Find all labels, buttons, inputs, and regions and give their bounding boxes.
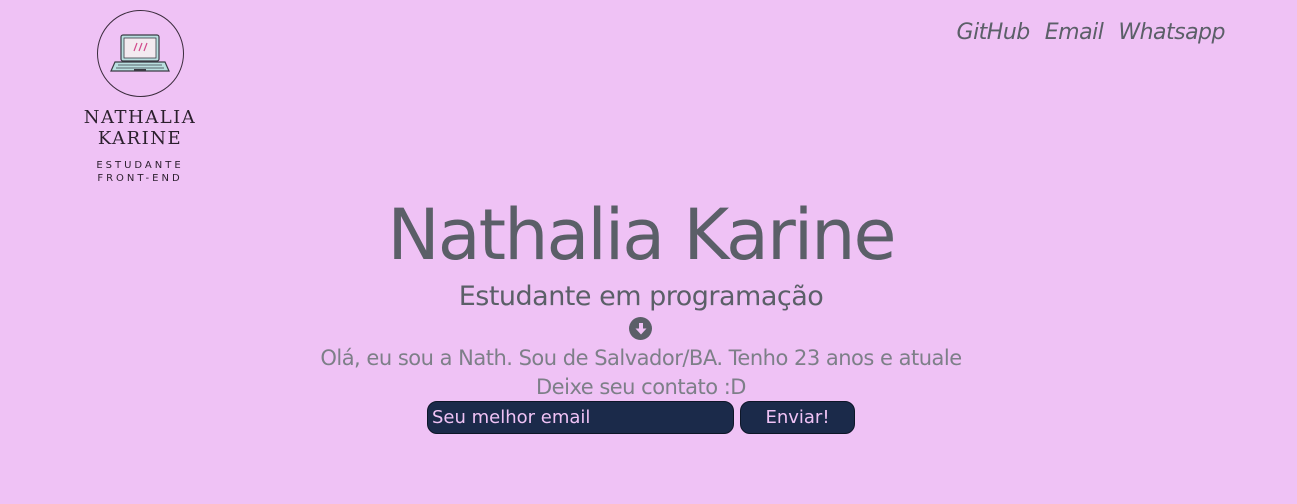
laptop-icon	[110, 33, 170, 72]
nav-link-email[interactable]: Email	[1045, 20, 1104, 45]
hero-title: Nathalia Karine	[387, 194, 896, 276]
logo-badge	[96, 10, 184, 97]
submit-button[interactable]: Enviar!	[740, 401, 855, 434]
hero-subtitle: Estudante em programação	[458, 281, 824, 312]
nav-link-whatsapp[interactable]: Whatsapp	[1118, 20, 1225, 45]
contact-form: Enviar!	[427, 401, 855, 434]
contact-prompt: Deixe seu contato :D	[536, 375, 746, 399]
logo-role-line-1: ESTUDANTE	[96, 160, 184, 171]
arrow-down-glyph	[635, 322, 646, 334]
logo-role-line-2: FRONT-END	[97, 173, 183, 184]
page: NATHALIA KARINE ESTUDANTE FRONT-END GitH…	[0, 0, 1297, 504]
logo-role: ESTUDANTE FRONT-END	[40, 159, 240, 185]
logo-name: NATHALIA KARINE	[83, 107, 197, 149]
top-nav: GitHub Email Whatsapp	[957, 20, 1226, 45]
intro-text: Olá, eu sou a Nath. Sou de Salvador/BA. …	[320, 346, 962, 370]
logo[interactable]: NATHALIA KARINE ESTUDANTE FRONT-END	[40, 8, 240, 185]
email-input[interactable]	[427, 401, 734, 434]
nav-link-github[interactable]: GitHub	[957, 20, 1031, 45]
arrow-down-circle-icon[interactable]	[629, 317, 652, 340]
